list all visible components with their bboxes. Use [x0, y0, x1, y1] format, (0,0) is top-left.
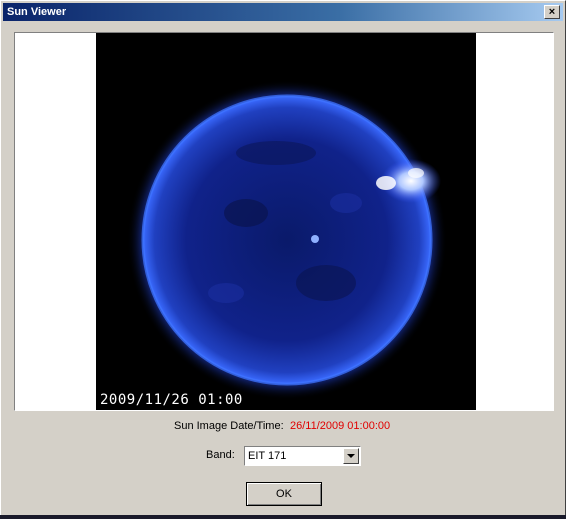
close-icon: ×: [548, 6, 556, 18]
band-label: Band:: [206, 449, 235, 461]
close-button[interactable]: ×: [544, 5, 560, 19]
date-value: 26/11/2009 01:00:00: [290, 420, 391, 432]
sun-image-panel: 2009/11/26 01:00: [14, 32, 554, 411]
date-label: Sun Image Date/Time:: [174, 420, 284, 432]
sun-viewer-window: Sun Viewer × 2009/11/26 01:00 Sun Image …: [0, 0, 566, 519]
image-timestamp-overlay: 2009/11/26 01:00: [100, 392, 243, 408]
sun-disk-image: [127, 80, 447, 400]
window-title: Sun Viewer: [7, 6, 67, 18]
sun-image: 2009/11/26 01:00: [96, 33, 476, 410]
date-row: Sun Image Date/Time: 26/11/2009 01:00:00: [1, 420, 566, 434]
band-dropdown-button[interactable]: [343, 448, 359, 464]
bottom-edge: [0, 515, 566, 519]
title-bar[interactable]: Sun Viewer ×: [3, 3, 563, 21]
chevron-down-icon: [347, 454, 355, 458]
band-row: Band: EIT 171: [1, 446, 566, 466]
band-select-value: EIT 171: [248, 450, 287, 462]
ok-button[interactable]: OK: [246, 482, 322, 506]
band-select[interactable]: EIT 171: [244, 446, 361, 466]
